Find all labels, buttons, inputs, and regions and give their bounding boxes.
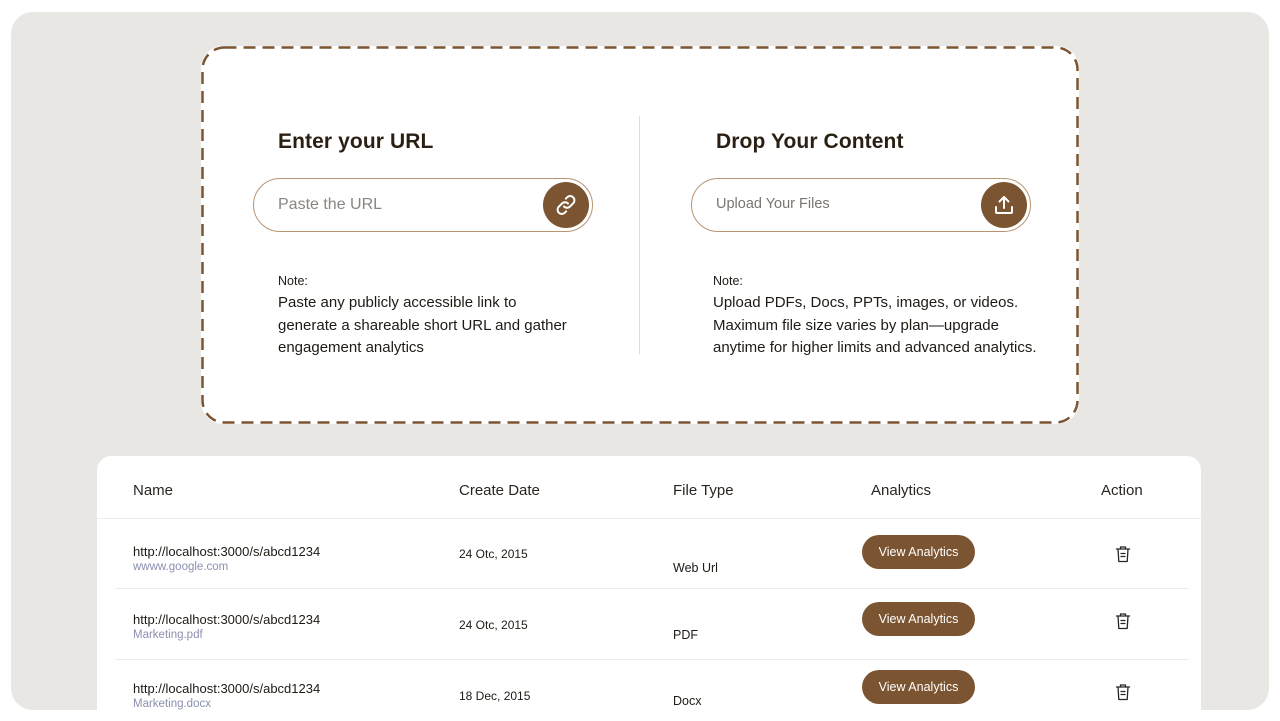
short-link[interactable]: http://localhost:3000/s/abcd1234 bbox=[133, 681, 320, 696]
upload-note-line: anytime for higher limits and advanced a… bbox=[713, 339, 1037, 356]
trash-icon[interactable] bbox=[1115, 545, 1131, 563]
column-header-file-type: File Type bbox=[673, 482, 734, 499]
table-row: http://localhost:3000/s/abcd1234 Marketi… bbox=[97, 589, 1201, 660]
column-header-analytics: Analytics bbox=[871, 482, 932, 499]
link-button[interactable] bbox=[543, 182, 589, 228]
url-input[interactable] bbox=[278, 179, 538, 231]
file-type: PDF bbox=[673, 628, 698, 642]
file-type: Docx bbox=[673, 694, 702, 708]
upload-panel-title: Drop Your Content bbox=[716, 130, 904, 153]
short-link[interactable]: http://localhost:3000/s/abcd1234 bbox=[133, 544, 320, 559]
create-date: 18 Dec, 2015 bbox=[459, 689, 531, 703]
source-name: Marketing.pdf bbox=[133, 629, 203, 641]
source-name: wwww.google.com bbox=[133, 561, 229, 573]
url-note-line: generate a shareable short URL and gathe… bbox=[278, 316, 567, 334]
dashed-border bbox=[201, 46, 1079, 424]
view-analytics-button[interactable]: View Analytics bbox=[862, 535, 975, 569]
upload-input-pill[interactable]: Upload Your Files bbox=[691, 178, 1031, 232]
trash-icon[interactable] bbox=[1115, 683, 1131, 701]
upload-files-field[interactable]: Upload Your Files bbox=[716, 196, 830, 212]
url-input-pill[interactable] bbox=[253, 178, 593, 232]
upload-button[interactable] bbox=[981, 182, 1027, 228]
create-date: 24 Otc, 2015 bbox=[459, 618, 528, 632]
create-date: 24 Otc, 2015 bbox=[459, 547, 528, 561]
url-note-line: Paste any publicly accessible link to bbox=[278, 294, 517, 311]
links-table: Name Create Date File Type Analytics Act… bbox=[97, 456, 1201, 710]
upload-note-line: Upload PDFs, Docs, PPTs, images, or vide… bbox=[713, 294, 1019, 311]
url-note-line: engagement analytics bbox=[278, 339, 424, 356]
upload-note-line: Maximum file size varies by plan—upgrade bbox=[713, 316, 999, 334]
source-name: Marketing.docx bbox=[133, 698, 211, 710]
upload-note-label: Note: bbox=[713, 274, 743, 288]
column-header-action: Action bbox=[1101, 482, 1143, 499]
view-analytics-button[interactable]: View Analytics bbox=[862, 670, 975, 704]
upload-dropzone[interactable]: Enter your URL Note: Paste any publicly … bbox=[201, 46, 1079, 424]
column-header-create-date: Create Date bbox=[459, 482, 540, 499]
url-note-text: Paste any publicly accessible link to ge… bbox=[278, 292, 567, 360]
url-note-label: Note: bbox=[278, 274, 308, 288]
table-row: http://localhost:3000/s/abcd1234 wwww.go… bbox=[97, 519, 1201, 589]
url-panel-title: Enter your URL bbox=[278, 130, 434, 153]
short-link[interactable]: http://localhost:3000/s/abcd1234 bbox=[133, 612, 320, 627]
panel-divider bbox=[639, 116, 640, 354]
table-row: http://localhost:3000/s/abcd1234 Marketi… bbox=[97, 660, 1201, 710]
page-background: Enter your URL Note: Paste any publicly … bbox=[11, 12, 1269, 710]
view-analytics-button[interactable]: View Analytics bbox=[862, 602, 975, 636]
trash-icon[interactable] bbox=[1115, 612, 1131, 630]
link-icon bbox=[554, 193, 578, 217]
column-header-name: Name bbox=[133, 482, 174, 499]
upload-note-text: Upload PDFs, Docs, PPTs, images, or vide… bbox=[713, 292, 1037, 360]
file-type: Web Url bbox=[673, 561, 718, 575]
upload-icon bbox=[992, 193, 1016, 217]
